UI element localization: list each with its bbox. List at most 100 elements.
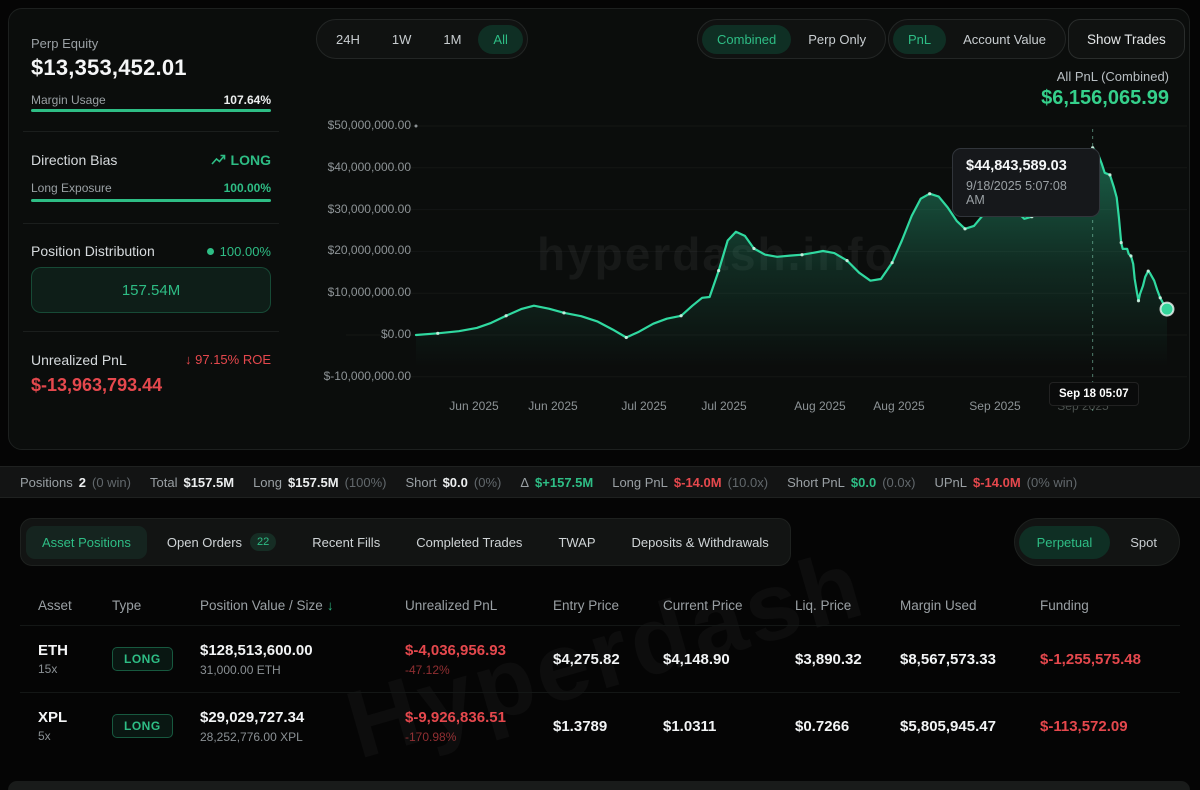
asset-leverage: 15x <box>38 662 112 676</box>
overview-card: Perp Equity $13,353,452.01 Margin Usage … <box>8 8 1190 450</box>
chart-tooltip: $44,843,589.03 9/18/2025 5:07:08 AM <box>952 148 1100 217</box>
header-liq-price[interactable]: Liq. Price <box>795 598 900 613</box>
market-perpetual-button[interactable]: Perpetual <box>1019 526 1111 559</box>
sort-desc-icon: ↓ <box>327 598 334 613</box>
unrealized-pnl-label: Unrealized PnL <box>31 352 127 368</box>
header-current-price[interactable]: Current Price <box>663 598 795 613</box>
table-header-row: Asset Type Position Value / Size↓ Unreal… <box>20 585 1180 625</box>
range-24h-button[interactable]: 24H <box>321 25 375 54</box>
margin-used: $8,567,573.33 <box>900 651 1040 668</box>
liq-price: $3,890.32 <box>795 651 900 668</box>
all-pnl-label: All PnL (Combined) <box>1057 69 1169 84</box>
table-row[interactable]: XPL 5x LONG $29,029,727.34 28,252,776.00… <box>20 692 1180 759</box>
header-entry-price[interactable]: Entry Price <box>553 598 663 613</box>
range-1m-button[interactable]: 1M <box>428 25 476 54</box>
tab-deposits-withdrawals[interactable]: Deposits & Withdrawals <box>616 526 785 559</box>
position-distribution-bar: 157.54M <box>31 267 271 313</box>
tab-open-orders[interactable]: Open Orders 22 <box>151 524 292 560</box>
summary-short: Short $0.0 (0%) <box>406 475 502 490</box>
unrealized-pnl-pct: -170.98% <box>405 730 553 744</box>
hyperdash-dashboard: Perp Equity $13,353,452.01 Margin Usage … <box>0 0 1200 790</box>
position-size: 31,000.00 ETH <box>200 663 405 677</box>
summary-upnl: UPnL $-14.0M (0% win) <box>934 475 1077 490</box>
crosshair-date-chip: Sep 18 05:07 <box>1049 382 1139 406</box>
table-tabs: Asset Positions Open Orders 22 Recent Fi… <box>20 518 791 566</box>
range-all-button[interactable]: All <box>478 25 522 54</box>
tooltip-time: 9/18/2025 5:07:08 AM <box>966 179 1086 207</box>
mode-perp-only-button[interactable]: Perp Only <box>793 25 881 54</box>
unrealized-pnl-roe: ↓ 97.15% ROE <box>151 352 271 367</box>
unrealized-pnl-value: $-13,963,793.44 <box>31 375 162 396</box>
range-1w-button[interactable]: 1W <box>377 25 427 54</box>
divider <box>23 131 279 132</box>
funding: $-113,572.09 <box>1040 718 1180 735</box>
unrealized-pnl: $-9,926,836.51 <box>405 709 553 726</box>
tab-twap[interactable]: TWAP <box>542 526 611 559</box>
summary-short-pnl: Short PnL $0.0 (0.0x) <box>787 475 915 490</box>
position-size: 28,252,776.00 XPL <box>200 730 405 744</box>
liq-price: $0.7266 <box>795 718 900 735</box>
summary-long: Long $157.5M (100%) <box>253 475 386 490</box>
tooltip-value: $44,843,589.03 <box>966 158 1086 174</box>
current-price: $1.0311 <box>663 718 795 735</box>
long-badge: LONG <box>112 714 173 738</box>
header-funding[interactable]: Funding <box>1040 598 1180 613</box>
next-card-edge <box>8 781 1190 790</box>
metric-account-value-button[interactable]: Account Value <box>948 25 1061 54</box>
long-exposure-label: Long Exposure <box>31 181 112 195</box>
header-asset[interactable]: Asset <box>38 598 112 613</box>
positions-summary-bar: Positions 2 (0 win) Total $157.5M Long $… <box>0 466 1200 498</box>
open-orders-count-badge: 22 <box>250 533 276 551</box>
funding: $-1,255,575.48 <box>1040 651 1180 668</box>
market-toggle: Perpetual Spot <box>1014 518 1180 566</box>
long-badge: LONG <box>112 647 173 671</box>
tab-asset-positions[interactable]: Asset Positions <box>26 526 147 559</box>
summary-positions: Positions 2 (0 win) <box>20 475 131 490</box>
header-unrealized-pnl[interactable]: Unrealized PnL <box>405 598 553 613</box>
table-row[interactable]: ETH 15x LONG $128,513,600.00 31,000.00 E… <box>20 625 1180 692</box>
all-pnl-value: $6,156,065.99 <box>1041 87 1169 110</box>
mode-toggle-group: Combined Perp Only <box>697 19 886 59</box>
tab-completed-trades[interactable]: Completed Trades <box>400 526 538 559</box>
position-value: $128,513,600.00 <box>200 642 405 659</box>
direction-bias-label: Direction Bias <box>31 152 117 168</box>
asset-positions-table: Asset Type Position Value / Size↓ Unreal… <box>20 585 1180 759</box>
perp-equity-value: $13,353,452.01 <box>31 55 187 81</box>
direction-bias-value: LONG <box>171 152 271 168</box>
mode-combined-button[interactable]: Combined <box>702 25 791 54</box>
unrealized-pnl-pct: -47.12% <box>405 663 553 677</box>
long-exposure-bar <box>31 199 271 202</box>
trend-up-icon <box>211 154 226 166</box>
metric-toggle-group: PnL Account Value <box>888 19 1066 59</box>
margin-usage-label: Margin Usage <box>31 93 106 107</box>
tabs-row: Asset Positions Open Orders 22 Recent Fi… <box>20 518 1180 566</box>
arrow-down-icon: ↓ <box>185 352 192 367</box>
tab-recent-fills[interactable]: Recent Fills <box>296 526 396 559</box>
entry-price: $4,275.82 <box>553 651 663 668</box>
summary-long-pnl: Long PnL $-14.0M (10.0x) <box>612 475 768 490</box>
position-distribution-pct: 100.00% <box>171 244 271 259</box>
summary-delta: Δ $+157.5M <box>520 475 593 490</box>
long-exposure-value: 100.00% <box>191 181 271 195</box>
divider <box>23 331 279 332</box>
perp-equity-label: Perp Equity <box>31 36 98 51</box>
asset-leverage: 5x <box>38 729 112 743</box>
time-range-group: 24H 1W 1M All <box>316 19 528 59</box>
summary-total: Total $157.5M <box>150 475 234 490</box>
market-spot-button[interactable]: Spot <box>1112 526 1175 559</box>
green-dot-icon <box>207 248 214 255</box>
position-distribution-label: Position Distribution <box>31 243 155 259</box>
margin-used: $5,805,945.47 <box>900 718 1040 735</box>
metric-pnl-button[interactable]: PnL <box>893 25 946 54</box>
current-price: $4,148.90 <box>663 651 795 668</box>
margin-usage-value: 107.64% <box>191 93 271 107</box>
header-margin-used[interactable]: Margin Used <box>900 598 1040 613</box>
asset-symbol: XPL <box>38 709 112 726</box>
show-trades-button[interactable]: Show Trades <box>1068 19 1185 59</box>
header-position-value[interactable]: Position Value / Size↓ <box>200 598 405 613</box>
asset-symbol: ETH <box>38 642 112 659</box>
margin-usage-bar <box>31 109 271 112</box>
position-value: $29,029,727.34 <box>200 709 405 726</box>
divider <box>23 223 279 224</box>
header-type[interactable]: Type <box>112 598 200 613</box>
